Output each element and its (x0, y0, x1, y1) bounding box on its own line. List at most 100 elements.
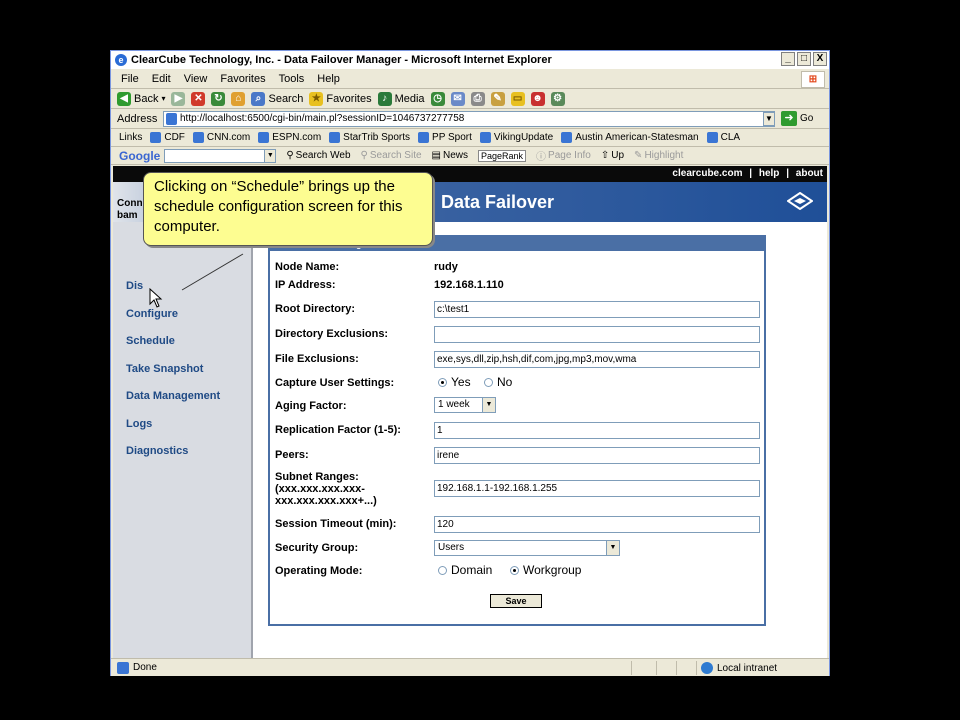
help-link[interactable]: help (759, 168, 780, 179)
search-site-label: Search Site (369, 150, 422, 161)
google-logo[interactable]: Google (119, 149, 160, 163)
home-icon[interactable]: ⌂ (231, 91, 246, 106)
capture-no-label: No (497, 375, 513, 389)
radio-unselected-icon (438, 565, 447, 575)
security-group-select[interactable]: Users ▼ (434, 540, 620, 556)
menu-tools[interactable]: Tools (279, 73, 305, 85)
top-links: clearcube.com | help | about (668, 168, 823, 179)
subnet-ranges-input[interactable]: 192.168.1.1-192.168.1.255 (434, 480, 760, 497)
chevron-down-icon[interactable]: ▼ (264, 148, 277, 163)
news-label: News (443, 150, 469, 161)
forward-arrow-icon[interactable]: ▶ (171, 91, 186, 106)
directory-exclusions-input[interactable] (434, 326, 760, 343)
refresh-icon[interactable]: ↻ (211, 91, 226, 106)
link-vikingupdate[interactable]: VikingUpdate (479, 132, 553, 143)
research-icon[interactable]: ⚙ (550, 91, 565, 106)
menu-favorites[interactable]: Favorites (220, 73, 265, 85)
nav-discovery[interactable]: Dis (126, 280, 143, 292)
connection-line: Conn (117, 198, 143, 209)
discuss-icon[interactable]: ▭ (510, 91, 525, 106)
opmode-domain-radio[interactable]: Domain (438, 563, 492, 577)
file-exclusions-input[interactable]: exe,sys,dll,zip,hsh,dif,com,jpg,mp3,mov,… (434, 351, 760, 368)
menu-help[interactable]: Help (317, 73, 340, 85)
back-arrow-icon: ◀ (117, 91, 131, 106)
link-cdf[interactable]: CDF (150, 132, 185, 143)
subnet-format-label: (xxx.xxx.xxx.xxx- (275, 483, 365, 495)
history-icon[interactable]: ◷ (430, 91, 445, 106)
google-search-input[interactable]: ▼ (164, 148, 277, 163)
links-label: Links (119, 132, 143, 143)
address-dropdown-icon[interactable]: ▼ (763, 112, 775, 126)
connection-info: Conn bam (117, 198, 143, 222)
address-input[interactable]: http://localhost:6500/cgi-bin/main.pl?se… (163, 111, 775, 127)
opmode-workgroup-radio[interactable]: Workgroup (510, 563, 581, 577)
favorites-label: Favorites (326, 92, 372, 105)
back-button[interactable]: ◀ Back ▾ (117, 91, 165, 106)
link-cla[interactable]: CLA (706, 132, 740, 143)
peers-input[interactable]: irene (434, 447, 760, 464)
page-icon (479, 132, 491, 143)
maximize-button[interactable]: □ (797, 52, 811, 66)
media-button[interactable]: ♪ Media (377, 91, 425, 106)
nav-take-snapshot[interactable]: Take Snapshot (126, 363, 203, 375)
save-button[interactable]: Save (490, 594, 542, 608)
link-cnn[interactable]: CNN.com (192, 132, 250, 143)
menu-view[interactable]: View (184, 73, 208, 85)
link-label: PP Sport (432, 132, 472, 143)
edit-icon[interactable]: ✎ (490, 91, 505, 106)
print-icon[interactable]: ⎙ (470, 91, 485, 106)
highlight-button[interactable]: ✎ Highlight (634, 150, 683, 161)
menu-edit[interactable]: Edit (152, 73, 171, 85)
clearcube-link[interactable]: clearcube.com (672, 168, 742, 179)
session-timeout-input[interactable]: 120 (434, 516, 760, 533)
nav-data-management[interactable]: Data Management (126, 390, 220, 402)
go-button[interactable]: ➜ Go (781, 111, 813, 126)
link-espn[interactable]: ESPN.com (258, 132, 321, 143)
back-label: Back (134, 92, 159, 105)
up-button[interactable]: ⇧ Up (601, 150, 624, 161)
nav-schedule[interactable]: Schedule (126, 335, 175, 347)
node-name-label: Node Name: (275, 261, 340, 273)
capture-no-radio[interactable]: No (484, 375, 512, 389)
security-group-label: Security Group: (275, 542, 359, 554)
messenger-icon[interactable]: ☻ (530, 91, 545, 106)
about-link[interactable]: about (796, 168, 823, 179)
link-startrib[interactable]: StarTrib Sports (329, 132, 410, 143)
menu-file[interactable]: File (121, 73, 139, 85)
search-web-button[interactable]: ⚲ Search Web (286, 150, 350, 161)
subnet-format-label-2: xxx.xxx.xxx.xxx+...) (275, 495, 377, 507)
stop-icon[interactable]: ✕ (191, 91, 206, 106)
tutorial-callout: Clicking on “Schedule” brings up the sch… (143, 172, 433, 246)
favorites-button[interactable]: ★ Favorites (309, 91, 372, 106)
root-directory-input[interactable]: c:\test1 (434, 301, 760, 318)
nav-diagnostics[interactable]: Diagnostics (126, 445, 188, 457)
radio-selected-icon (438, 377, 447, 387)
page-icon (561, 132, 573, 143)
pagerank-indicator: PageRank (478, 149, 527, 162)
status-bar: Done Local intranet (111, 658, 829, 676)
folder-up-icon: ⇧ (600, 150, 610, 161)
aging-factor-select[interactable]: 1 week ▼ (434, 397, 496, 413)
back-dropdown-icon[interactable]: ▾ (161, 94, 165, 103)
page-icon (150, 132, 162, 143)
mail-icon[interactable]: ✉ (450, 91, 465, 106)
nav-logs[interactable]: Logs (126, 418, 152, 430)
link-statesman[interactable]: Austin American-Statesman (561, 132, 699, 143)
news-button[interactable]: ▤ News (432, 150, 468, 161)
close-button[interactable]: X (813, 52, 827, 66)
window-title: ClearCube Technology, Inc. - Data Failov… (131, 54, 552, 66)
search-site-button[interactable]: ⚲ Search Site (361, 150, 422, 161)
radio-unselected-icon (484, 377, 493, 387)
minimize-button[interactable]: _ (781, 52, 795, 66)
page-info-button[interactable]: ⓘ Page Info (536, 148, 591, 163)
link-label: StarTrib Sports (343, 132, 411, 143)
link-ppsport[interactable]: PP Sport (418, 132, 472, 143)
page-icon (166, 113, 177, 125)
page-icon (192, 132, 204, 143)
capture-yes-radio[interactable]: Yes (438, 375, 471, 389)
search-button[interactable]: ⌕ Search (251, 91, 303, 106)
replication-factor-input[interactable]: 1 (434, 422, 760, 439)
banner-title: Data Failover (441, 192, 555, 212)
page-icon (329, 132, 341, 143)
nav-configure[interactable]: Configure (126, 308, 178, 320)
